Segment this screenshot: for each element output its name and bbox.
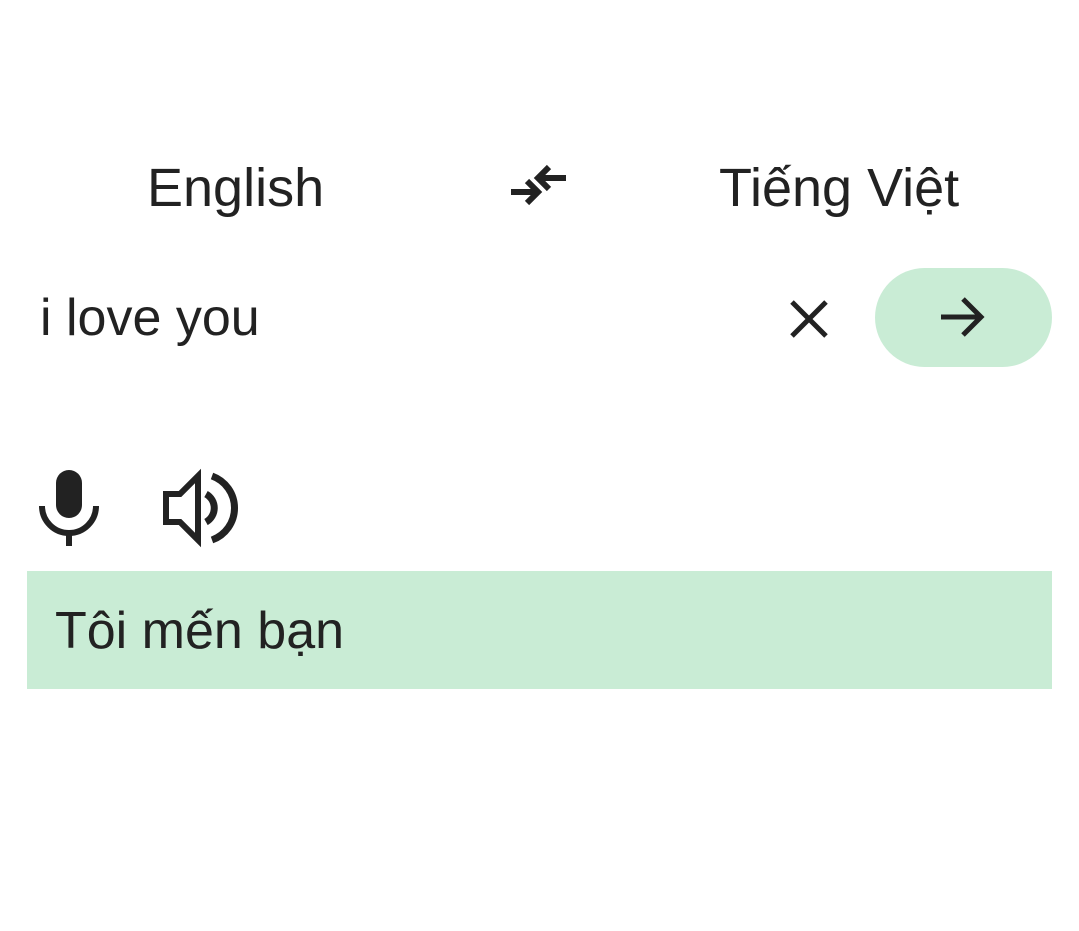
speaker-icon [163,468,239,548]
swap-languages-button[interactable] [505,162,571,214]
input-row [0,268,1079,368]
translation-result: Tôi mến bạn [27,571,1052,689]
language-bar: English Tiếng Việt [0,150,1079,226]
listen-button[interactable] [160,468,244,548]
input-actions [0,464,400,554]
source-language-selector[interactable]: English [147,150,324,226]
close-icon [790,300,828,338]
microphone-button[interactable] [30,464,110,550]
translate-button[interactable] [875,268,1052,367]
microphone-icon [39,470,99,546]
target-language-selector[interactable]: Tiếng Việt [719,150,959,226]
swap-arrows-icon [511,164,566,206]
translated-text: Tôi mến bạn [55,602,345,660]
source-text-input[interactable] [40,278,740,358]
arrow-right-icon [941,297,985,337]
clear-button[interactable] [778,288,840,350]
